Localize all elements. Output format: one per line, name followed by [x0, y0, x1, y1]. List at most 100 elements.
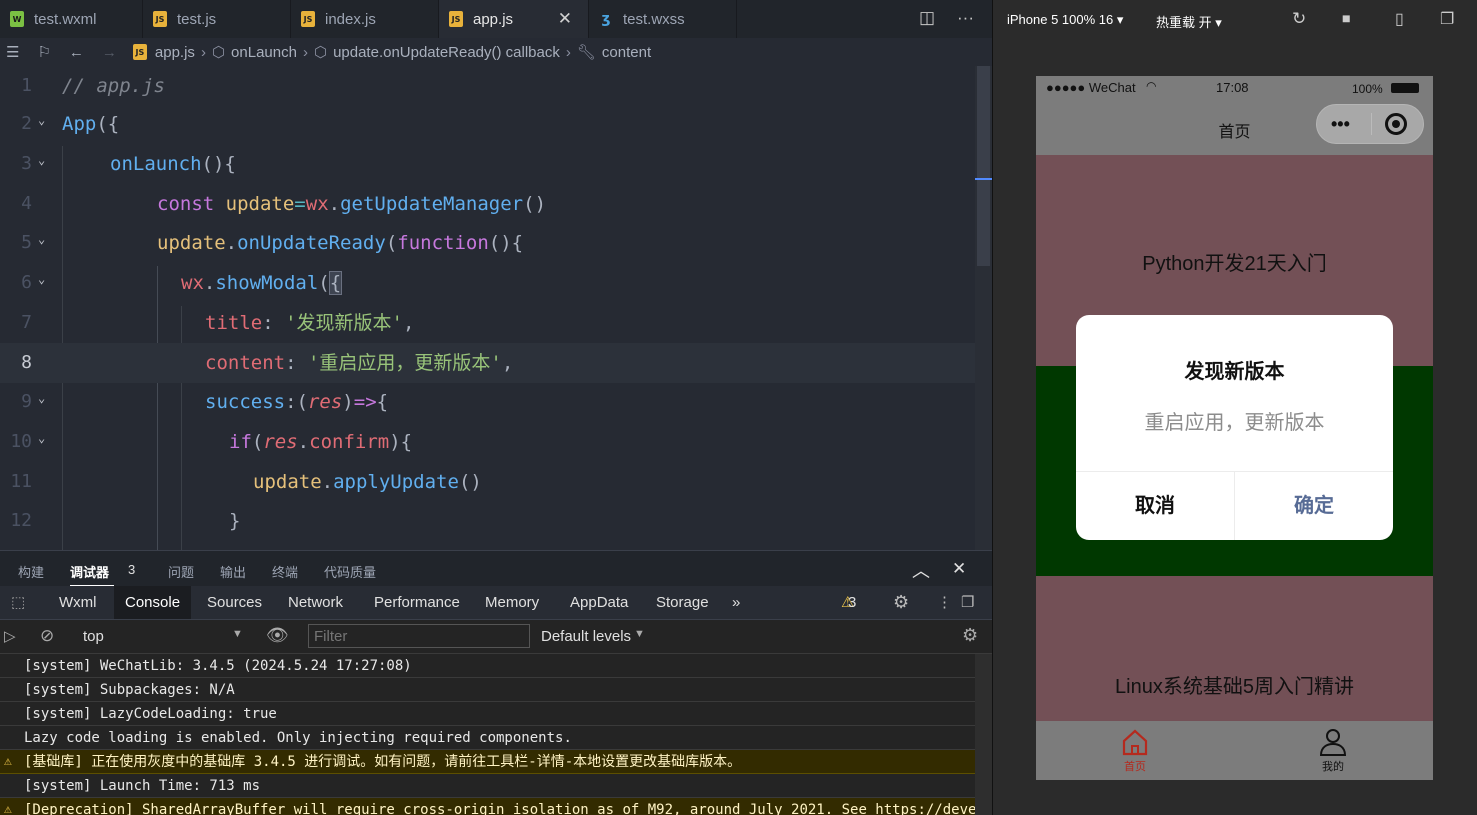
- breadcrumb-file[interactable]: app.js: [155, 44, 195, 61]
- sidebar-toggle-icon[interactable]: ▷: [4, 627, 16, 645]
- tab-terminal[interactable]: 终端: [272, 562, 298, 581]
- console-text: Lazy code loading is enabled. Only injec…: [24, 730, 572, 746]
- tab-test-wxss[interactable]: ʒ test.wxss: [589, 0, 737, 38]
- code-token: ,: [501, 352, 514, 374]
- breadcrumb-callback[interactable]: update.onUpdateReady() callback: [333, 44, 560, 61]
- tab-test-wxml[interactable]: W test.wxml: [0, 0, 143, 38]
- tab-test-js[interactable]: JS test.js: [143, 0, 291, 38]
- tab-sources[interactable]: Sources: [196, 586, 273, 619]
- more-dots-icon[interactable]: •••: [1331, 114, 1350, 135]
- clear-console-icon[interactable]: ⊘: [40, 626, 54, 646]
- home-icon: [1122, 729, 1148, 756]
- code-token: .: [297, 431, 310, 453]
- tab-code-quality[interactable]: 代码质量: [324, 562, 376, 581]
- tab-label: index.js: [325, 10, 376, 28]
- device-select[interactable]: iPhone 5 100% 16 ▾: [1007, 12, 1123, 28]
- forward-arrow-icon[interactable]: →: [102, 44, 117, 61]
- code-token: update: [253, 471, 322, 493]
- breadcrumb: ☰ ⚐ ← → JS app.js › ⬡ onLaunch › ⬡ updat…: [0, 38, 992, 66]
- fold-chevron-icon[interactable]: ⌄: [38, 100, 45, 140]
- code-token: res: [263, 431, 298, 453]
- gear-icon[interactable]: ⚙: [882, 586, 920, 619]
- more-icon[interactable]: ···: [957, 8, 974, 28]
- refresh-icon[interactable]: ↻: [1292, 9, 1306, 29]
- fold-chevron-icon[interactable]: ⌄: [38, 219, 45, 259]
- code-line: 4 const update=wx.getUpdateManager(): [0, 184, 975, 224]
- tab-appdata[interactable]: AppData: [559, 586, 639, 619]
- fold-chevron-icon[interactable]: ⌄: [38, 140, 45, 180]
- code-line: 10 ⌄ if(res.confirm){: [0, 422, 975, 462]
- tab-memory[interactable]: Memory: [474, 586, 550, 619]
- chevron-down-icon[interactable]: ▼: [634, 628, 645, 640]
- code-editor[interactable]: 1 // app.js 2 ⌄ App({ 3 ⌄ onLaunch(){ 4 …: [0, 66, 975, 550]
- course-block[interactable]: Linux系统基础5周入门精讲: [1036, 576, 1433, 721]
- eye-icon[interactable]: 👁︎: [266, 625, 289, 646]
- close-circle-icon[interactable]: [1385, 113, 1407, 135]
- tab-debugger[interactable]: 调试器: [70, 562, 109, 581]
- back-arrow-icon[interactable]: ←: [69, 44, 84, 61]
- tab-app-js[interactable]: JS app.js ✕: [439, 0, 589, 38]
- tab-index-js[interactable]: JS index.js: [291, 0, 439, 38]
- phone-nav-bar: 首页 •••: [1036, 100, 1433, 155]
- list-icon[interactable]: ☰: [6, 43, 19, 61]
- fold-chevron-icon[interactable]: ⌄: [38, 378, 45, 418]
- console-output[interactable]: [system] WeChatLib: 3.4.5 (2024.5.24 17:…: [0, 654, 975, 815]
- breadcrumb-property[interactable]: content: [602, 44, 651, 61]
- tab-storage[interactable]: Storage: [645, 586, 720, 619]
- tab-network[interactable]: Network: [277, 586, 354, 619]
- confirm-button[interactable]: 确定: [1235, 472, 1393, 540]
- code-token: '发现新版本': [285, 312, 403, 334]
- console-filter-input[interactable]: [308, 624, 530, 648]
- carrier-label: ●●●●● WeChat: [1046, 80, 1136, 95]
- code-token: :: [262, 312, 286, 334]
- tab-problems[interactable]: 问题: [168, 562, 194, 581]
- line-number: 5: [21, 232, 32, 253]
- chevron-down-icon[interactable]: ▼: [232, 628, 243, 640]
- phone-tab-bar: 首页 我的: [1036, 721, 1433, 780]
- code-token: :: [285, 352, 308, 374]
- code-token: res: [307, 391, 343, 413]
- close-icon[interactable]: ✕: [952, 559, 966, 579]
- gear-icon[interactable]: ⚙: [962, 625, 978, 646]
- close-icon[interactable]: ✕: [558, 9, 572, 29]
- code-token: ({: [96, 113, 120, 135]
- user-icon: [1319, 729, 1347, 756]
- code-line: 5 ⌄ update.onUpdateReady(function(){: [0, 223, 975, 263]
- code-line: 7 title: '发现新版本',: [0, 303, 975, 343]
- tab-mine[interactable]: 我的: [1306, 727, 1360, 777]
- bookmark-icon[interactable]: ⚐: [37, 43, 50, 61]
- phone-icon[interactable]: ▯: [1395, 9, 1404, 29]
- popout-icon[interactable]: ❐: [1440, 9, 1454, 29]
- method-cube-icon: ⬡: [211, 44, 226, 61]
- tab-label: test.js: [177, 10, 217, 28]
- editor-scrollbar-thumb[interactable]: [977, 66, 990, 266]
- line-number: 11: [10, 471, 32, 492]
- hot-reload-toggle[interactable]: 热重载 开 ▾: [1156, 12, 1222, 31]
- stop-icon[interactable]: ⏹: [1342, 9, 1351, 29]
- split-editor-icon[interactable]: ◫: [919, 8, 935, 28]
- context-select[interactable]: top: [83, 628, 104, 645]
- fold-chevron-icon[interactable]: ⌄: [38, 259, 45, 299]
- tab-wxml[interactable]: Wxml: [48, 586, 108, 619]
- more-tabs-icon[interactable]: »: [721, 586, 751, 619]
- console-scrollbar[interactable]: [975, 654, 992, 815]
- breadcrumb-method[interactable]: onLaunch: [231, 44, 297, 61]
- tab-build[interactable]: 构建: [18, 562, 44, 581]
- warning-count[interactable]: 3: [848, 586, 856, 619]
- tab-performance[interactable]: Performance: [363, 586, 471, 619]
- inspect-element-icon[interactable]: ⬚: [0, 586, 36, 619]
- cancel-button[interactable]: 取消: [1076, 472, 1234, 540]
- code-line: 6 ⌄ wx.showModal({: [0, 263, 975, 303]
- collapse-panel-icon[interactable]: ︿: [912, 557, 930, 583]
- undock-icon[interactable]: ❐: [950, 586, 985, 619]
- tab-console[interactable]: Console: [114, 586, 192, 619]
- log-levels-select[interactable]: Default levels: [541, 628, 631, 645]
- course-title: Linux系统基础5周入门精讲: [1115, 676, 1354, 698]
- console-warning-line: ⚠ [基础库] 正在使用灰度中的基础库 3.4.5 进行调试。如有问题，请前往工具…: [0, 750, 975, 774]
- code-token: {: [376, 391, 389, 413]
- console-text: [system] WeChatLib: 3.4.5 (2024.5.24 17:…: [24, 658, 412, 674]
- fold-chevron-icon[interactable]: ⌄: [38, 418, 45, 458]
- tab-home[interactable]: 首页: [1108, 727, 1162, 777]
- tab-label: app.js: [473, 10, 514, 28]
- tab-output[interactable]: 输出: [220, 562, 246, 581]
